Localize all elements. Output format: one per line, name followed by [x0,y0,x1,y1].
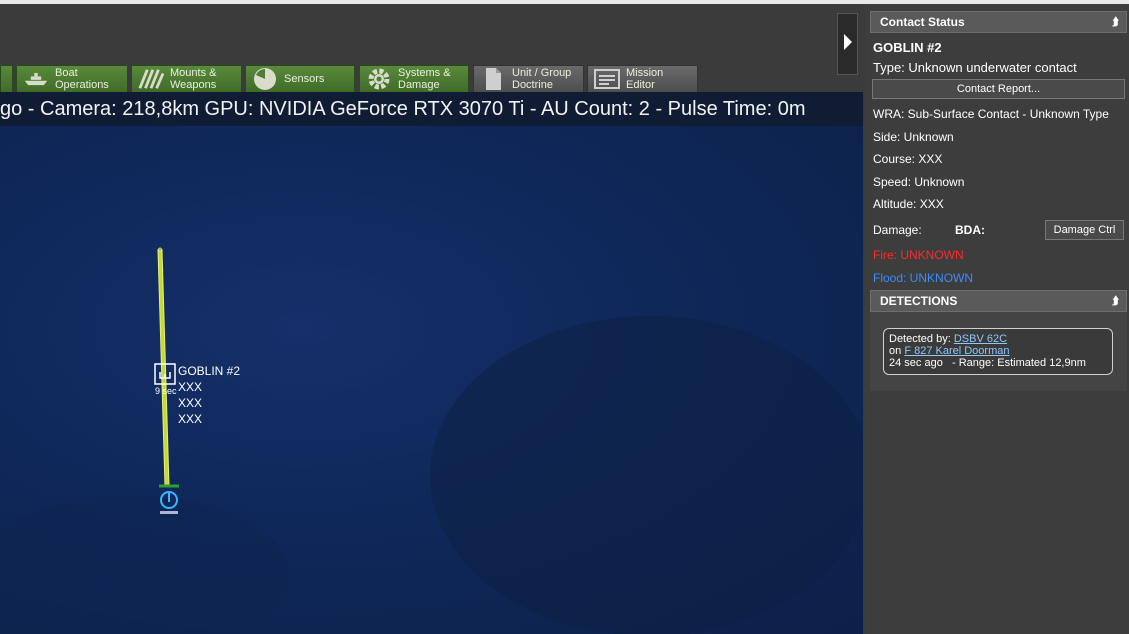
mission-editor-button[interactable]: Mission Editor [587,65,698,93]
mounts-weapons-button[interactable]: Mounts & Weapons [131,65,242,93]
ocean-map[interactable]: GOBLIN #2 XXX XXX XXX 9 sec [0,126,863,634]
contact-report-button[interactable]: Contact Report... [872,79,1125,99]
course-line: Course: XXX [873,152,943,166]
sensors-icon [252,68,278,90]
gear-icon [366,68,392,90]
detections-header[interactable]: DETECTIONS ⮭ [870,290,1127,312]
chevron-right-icon [843,33,853,56]
detection-time-range: 24 sec ago - Range: Estimated 12,9nm [889,357,1086,369]
sensors-label: Sensors [284,73,325,85]
contact-status-title: Contact Status [880,15,965,29]
own-unit-base [160,511,178,514]
contact-map-line: XXX [178,380,203,394]
contact-age-label: 9 sec [155,386,177,396]
side-line: Side: Unknown [873,130,954,144]
boat-operations-label: Boat Operations [55,67,109,91]
contact-status-panel: Contact Status ⮭ GOBLIN #2 Type: Unknown… [865,4,1129,634]
seafloor-shade [0,496,290,634]
detected-by-prefix: Detected by: [889,333,951,345]
altitude-line: Altitude: XXX [873,197,944,211]
doctrine-icon [480,68,506,90]
contact-track-line[interactable] [157,249,170,487]
detecting-unit-link[interactable]: F 827 Karel Doorman [904,345,1009,357]
detecting-sensor-link[interactable]: DSBV 62C [954,333,1007,345]
sensors-button[interactable]: Sensors [245,65,355,93]
contact-name: GOBLIN #2 [873,40,942,55]
collapse-chevron-icon[interactable]: ⮭ [1112,12,1119,32]
contact-map-line: XXX [178,396,203,410]
damage-label: Damage: [873,223,922,237]
status-info-bar: go - Camera: 218,8km GPU: NVIDIA GeForce… [0,92,863,126]
systems-damage-label: Systems & Damage [398,67,451,91]
wra-line: WRA: Sub-Surface Contact - Unknown Type [873,107,1109,121]
map-overlay [0,247,863,634]
detection-entry: Detected by: DSBV 62C on F 827 Karel Doo… [883,328,1113,375]
contact-map-line: XXX [178,412,203,426]
mounts-weapons-label: Mounts & Weapons [170,67,217,91]
seafloor-shade [430,316,863,634]
systems-damage-button[interactable]: Systems & Damage [359,65,469,93]
contact-status-header[interactable]: Contact Status ⮭ [870,11,1127,33]
on-prefix: on [889,345,902,357]
weapons-icon [138,68,164,90]
unit-group-doctrine-button[interactable]: Unit / Group Doctrine [473,65,584,93]
contact-map-label: GOBLIN #2 [178,364,241,378]
detections-title: DETECTIONS [880,294,958,308]
contact-type: Type: Unknown underwater contact [873,60,1077,75]
bda-label: BDA: [955,223,985,237]
damage-ctrl-button[interactable]: Damage Ctrl [1045,220,1124,240]
toolbar-button-partial[interactable] [0,65,13,93]
toolbar: Boat Operations Mounts & Weapons Sensors… [0,4,863,93]
speed-line: Speed: Unknown [873,175,965,189]
unit-group-doctrine-label: Unit / Group Doctrine [512,67,572,91]
boat-operations-button[interactable]: Boat Operations [16,65,128,93]
flood-status: Flood: UNKNOWN [873,271,974,285]
panel-toggle-button[interactable] [837,13,858,75]
fire-status: Fire: UNKNOWN [873,248,964,262]
mission-editor-icon [594,68,620,90]
boat-icon [23,68,49,90]
mission-editor-label: Mission Editor [626,67,664,91]
collapse-chevron-icon[interactable]: ⮭ [1112,291,1119,311]
